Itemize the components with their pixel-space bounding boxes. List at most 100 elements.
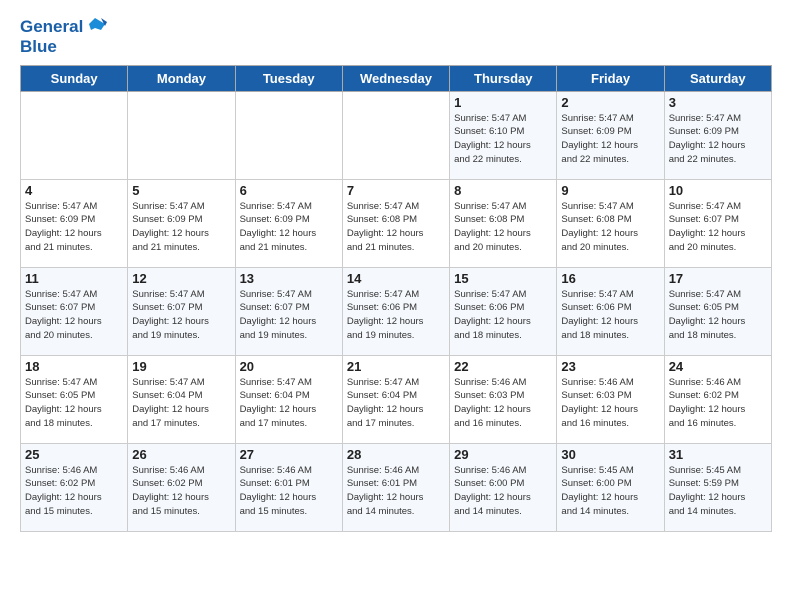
day-info: Sunrise: 5:47 AMSunset: 6:09 PMDaylight:… — [561, 112, 659, 167]
calendar-cell: 31 Sunrise: 5:45 AMSunset: 5:59 PMDayligh… — [664, 443, 771, 531]
day-info: Sunrise: 5:46 AMSunset: 6:02 PMDaylight:… — [132, 464, 230, 519]
calendar-cell: 27 Sunrise: 5:46 AMSunset: 6:01 PMDayligh… — [235, 443, 342, 531]
day-info: Sunrise: 5:46 AMSunset: 6:02 PMDaylight:… — [25, 464, 123, 519]
calendar-cell — [235, 91, 342, 179]
day-info: Sunrise: 5:45 AMSunset: 5:59 PMDaylight:… — [669, 464, 767, 519]
day-number: 8 — [454, 183, 552, 198]
day-info: Sunrise: 5:46 AMSunset: 6:02 PMDaylight:… — [669, 376, 767, 431]
day-number: 1 — [454, 95, 552, 110]
day-number: 29 — [454, 447, 552, 462]
day-info: Sunrise: 5:47 AMSunset: 6:09 PMDaylight:… — [669, 112, 767, 167]
day-header-tuesday: Tuesday — [235, 65, 342, 91]
day-info: Sunrise: 5:47 AMSunset: 6:07 PMDaylight:… — [240, 288, 338, 343]
day-info: Sunrise: 5:47 AMSunset: 6:07 PMDaylight:… — [132, 288, 230, 343]
day-number: 13 — [240, 271, 338, 286]
day-info: Sunrise: 5:47 AMSunset: 6:06 PMDaylight:… — [454, 288, 552, 343]
day-info: Sunrise: 5:46 AMSunset: 6:00 PMDaylight:… — [454, 464, 552, 519]
day-info: Sunrise: 5:47 AMSunset: 6:09 PMDaylight:… — [132, 200, 230, 255]
calendar-cell: 14 Sunrise: 5:47 AMSunset: 6:06 PMDayligh… — [342, 267, 449, 355]
day-number: 10 — [669, 183, 767, 198]
day-info: Sunrise: 5:47 AMSunset: 6:06 PMDaylight:… — [561, 288, 659, 343]
calendar-cell: 10 Sunrise: 5:47 AMSunset: 6:07 PMDayligh… — [664, 179, 771, 267]
day-number: 22 — [454, 359, 552, 374]
day-header-friday: Friday — [557, 65, 664, 91]
logo-text: General Blue — [20, 16, 107, 57]
calendar-cell: 6 Sunrise: 5:47 AMSunset: 6:09 PMDaylight… — [235, 179, 342, 267]
calendar-cell — [342, 91, 449, 179]
day-info: Sunrise: 5:45 AMSunset: 6:00 PMDaylight:… — [561, 464, 659, 519]
day-header-monday: Monday — [128, 65, 235, 91]
calendar-cell — [21, 91, 128, 179]
day-number: 6 — [240, 183, 338, 198]
day-info: Sunrise: 5:47 AMSunset: 6:08 PMDaylight:… — [454, 200, 552, 255]
calendar-cell: 15 Sunrise: 5:47 AMSunset: 6:06 PMDayligh… — [450, 267, 557, 355]
day-info: Sunrise: 5:47 AMSunset: 6:08 PMDaylight:… — [347, 200, 445, 255]
day-info: Sunrise: 5:47 AMSunset: 6:10 PMDaylight:… — [454, 112, 552, 167]
day-number: 21 — [347, 359, 445, 374]
calendar: SundayMondayTuesdayWednesdayThursdayFrid… — [20, 65, 772, 532]
day-info: Sunrise: 5:47 AMSunset: 6:09 PMDaylight:… — [240, 200, 338, 255]
calendar-cell: 18 Sunrise: 5:47 AMSunset: 6:05 PMDayligh… — [21, 355, 128, 443]
day-number: 17 — [669, 271, 767, 286]
calendar-cell: 9 Sunrise: 5:47 AMSunset: 6:08 PMDaylight… — [557, 179, 664, 267]
calendar-cell: 26 Sunrise: 5:46 AMSunset: 6:02 PMDayligh… — [128, 443, 235, 531]
day-number: 28 — [347, 447, 445, 462]
day-info: Sunrise: 5:47 AMSunset: 6:07 PMDaylight:… — [25, 288, 123, 343]
calendar-cell: 8 Sunrise: 5:47 AMSunset: 6:08 PMDaylight… — [450, 179, 557, 267]
day-info: Sunrise: 5:47 AMSunset: 6:08 PMDaylight:… — [561, 200, 659, 255]
day-number: 9 — [561, 183, 659, 198]
calendar-cell: 1 Sunrise: 5:47 AMSunset: 6:10 PMDaylight… — [450, 91, 557, 179]
calendar-cell: 3Sunrise: 5:47 AMSunset: 6:09 PMDaylight… — [664, 91, 771, 179]
day-number: 27 — [240, 447, 338, 462]
calendar-cell: 19 Sunrise: 5:47 AMSunset: 6:04 PMDayligh… — [128, 355, 235, 443]
calendar-cell: 29 Sunrise: 5:46 AMSunset: 6:00 PMDayligh… — [450, 443, 557, 531]
logo-bird-icon — [85, 16, 107, 38]
day-number: 31 — [669, 447, 767, 462]
day-number: 16 — [561, 271, 659, 286]
day-number: 7 — [347, 183, 445, 198]
calendar-cell: 28 Sunrise: 5:46 AMSunset: 6:01 PMDayligh… — [342, 443, 449, 531]
calendar-cell: 23Sunrise: 5:46 AMSunset: 6:03 PMDayligh… — [557, 355, 664, 443]
day-header-thursday: Thursday — [450, 65, 557, 91]
calendar-cell: 21Sunrise: 5:47 AMSunset: 6:04 PMDayligh… — [342, 355, 449, 443]
calendar-cell: 11 Sunrise: 5:47 AMSunset: 6:07 PMDayligh… — [21, 267, 128, 355]
calendar-cell: 25 Sunrise: 5:46 AMSunset: 6:02 PMDayligh… — [21, 443, 128, 531]
calendar-cell: 4 Sunrise: 5:47 AMSunset: 6:09 PMDaylight… — [21, 179, 128, 267]
calendar-cell: 17 Sunrise: 5:47 AMSunset: 6:05 PMDayligh… — [664, 267, 771, 355]
day-info: Sunrise: 5:47 AMSunset: 6:06 PMDaylight:… — [347, 288, 445, 343]
day-number: 20 — [240, 359, 338, 374]
day-number: 2 — [561, 95, 659, 110]
day-number: 4 — [25, 183, 123, 198]
day-number: 5 — [132, 183, 230, 198]
calendar-cell: 20Sunrise: 5:47 AMSunset: 6:04 PMDayligh… — [235, 355, 342, 443]
day-header-sunday: Sunday — [21, 65, 128, 91]
day-info: Sunrise: 5:47 AMSunset: 6:07 PMDaylight:… — [669, 200, 767, 255]
calendar-cell: 2 Sunrise: 5:47 AMSunset: 6:09 PMDaylight… — [557, 91, 664, 179]
calendar-cell — [128, 91, 235, 179]
day-number: 14 — [347, 271, 445, 286]
day-info: Sunrise: 5:47 AMSunset: 6:05 PMDaylight:… — [669, 288, 767, 343]
day-info: Sunrise: 5:47 AMSunset: 6:09 PMDaylight:… — [25, 200, 123, 255]
day-number: 26 — [132, 447, 230, 462]
day-number: 15 — [454, 271, 552, 286]
day-info: Sunrise: 5:46 AMSunset: 6:03 PMDaylight:… — [454, 376, 552, 431]
calendar-cell: 12 Sunrise: 5:47 AMSunset: 6:07 PMDayligh… — [128, 267, 235, 355]
day-info: Sunrise: 5:47 AMSunset: 6:04 PMDaylight:… — [132, 376, 230, 431]
day-header-saturday: Saturday — [664, 65, 771, 91]
calendar-cell: 24 Sunrise: 5:46 AMSunset: 6:02 PMDayligh… — [664, 355, 771, 443]
day-info: Sunrise: 5:47 AMSunset: 6:05 PMDaylight:… — [25, 376, 123, 431]
day-number: 25 — [25, 447, 123, 462]
day-info: Sunrise: 5:46 AMSunset: 6:01 PMDaylight:… — [347, 464, 445, 519]
calendar-cell: 7 Sunrise: 5:47 AMSunset: 6:08 PMDaylight… — [342, 179, 449, 267]
logo: General Blue — [20, 16, 107, 57]
calendar-cell: 16 Sunrise: 5:47 AMSunset: 6:06 PMDayligh… — [557, 267, 664, 355]
day-number: 19 — [132, 359, 230, 374]
day-number: 12 — [132, 271, 230, 286]
day-header-wednesday: Wednesday — [342, 65, 449, 91]
calendar-cell: 22 Sunrise: 5:46 AMSunset: 6:03 PMDayligh… — [450, 355, 557, 443]
day-number: 24 — [669, 359, 767, 374]
day-number: 11 — [25, 271, 123, 286]
day-info: Sunrise: 5:46 AMSunset: 6:01 PMDaylight:… — [240, 464, 338, 519]
calendar-cell: 5 Sunrise: 5:47 AMSunset: 6:09 PMDaylight… — [128, 179, 235, 267]
day-number: 18 — [25, 359, 123, 374]
